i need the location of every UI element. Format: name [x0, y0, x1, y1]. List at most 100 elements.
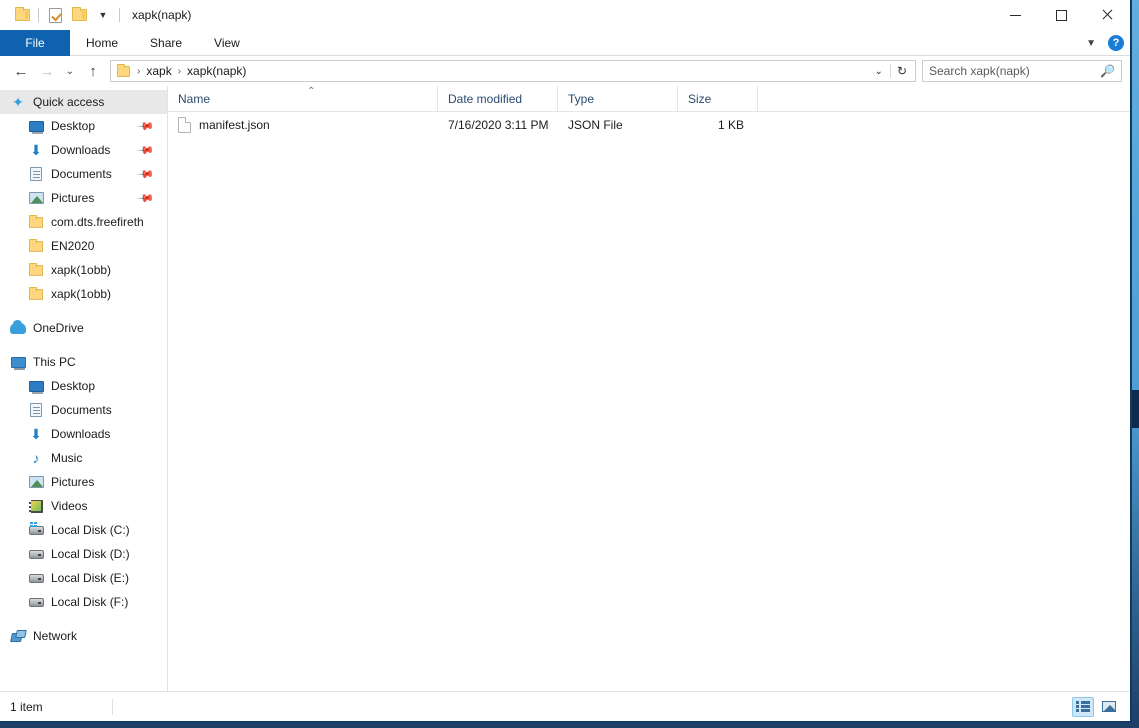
sidebar-item-label: Documents [51, 403, 112, 417]
address-right-controls: ⌄ ↻ [868, 64, 913, 78]
breadcrumb-xapk-napk[interactable]: xapk(napk) [184, 64, 249, 78]
music-icon: ♪ [28, 450, 44, 466]
breadcrumb-separator-1: › [175, 66, 184, 77]
videos-icon [28, 498, 44, 514]
column-header-size[interactable]: Size [678, 86, 758, 112]
sidebar-gap-3 [0, 614, 167, 624]
sidebar-item-desktop[interactable]: Desktop 📌 [0, 114, 167, 138]
breadcrumb-separator-0: › [134, 66, 143, 77]
maximize-button[interactable] [1038, 0, 1084, 30]
sidebar-item-label: Pictures [51, 475, 94, 489]
file-list-pane[interactable]: Name ⌃ Date modified Type Size manifest.… [168, 86, 1130, 691]
folder-icon [28, 214, 44, 230]
tab-view[interactable]: View [198, 30, 256, 56]
folder-icon [28, 286, 44, 302]
search-input[interactable]: Search xapk(napk) 🔍 [922, 60, 1122, 82]
sidebar-item-label: OneDrive [33, 321, 84, 335]
sidebar-item-local-disk-d[interactable]: Local Disk (D:) [0, 542, 167, 566]
tab-share[interactable]: Share [134, 30, 198, 56]
navigation-pane[interactable]: ✦ Quick access Desktop 📌 ⬇ Downloads 📌 D… [0, 86, 168, 691]
sidebar-item-label: Local Disk (E:) [51, 571, 129, 585]
sidebar-item-label: Desktop [51, 379, 95, 393]
sidebar-item-documents[interactable]: Documents 📌 [0, 162, 167, 186]
pc-icon [10, 354, 26, 370]
window-title: xapk(napk) [132, 8, 191, 22]
qat-divider-2 [119, 8, 120, 22]
sidebar-item-pc-music[interactable]: ♪ Music [0, 446, 167, 470]
breadcrumb-xapk[interactable]: xapk [143, 64, 174, 78]
sidebar-item-label: Pictures [51, 191, 94, 205]
forward-button[interactable]: → [34, 58, 60, 84]
address-path-field[interactable]: › xapk › xapk(napk) ⌄ ↻ [110, 60, 916, 82]
column-header-type[interactable]: Type [558, 86, 678, 112]
sidebar-gap-1 [0, 306, 167, 316]
details-view-button[interactable] [1072, 697, 1094, 717]
folder-icon [28, 262, 44, 278]
column-header-row: Name ⌃ Date modified Type Size [168, 86, 1130, 112]
sidebar-item-quick-access[interactable]: ✦ Quick access [0, 90, 167, 114]
sidebar-item-pc-desktop[interactable]: Desktop [0, 374, 167, 398]
sidebar-item-onedrive[interactable]: OneDrive [0, 316, 167, 340]
pin-icon[interactable]: 📌 [137, 189, 156, 208]
sidebar-item-this-pc[interactable]: This PC [0, 350, 167, 374]
folder-icon [28, 238, 44, 254]
sidebar-item-pc-pictures[interactable]: Pictures [0, 470, 167, 494]
sidebar-item-en2020[interactable]: EN2020 [0, 234, 167, 258]
pin-icon[interactable]: 📌 [137, 117, 156, 136]
sidebar-item-local-disk-c[interactable]: Local Disk (C:) [0, 518, 167, 542]
new-folder-icon[interactable] [67, 3, 91, 27]
chevron-down-icon[interactable]: ▼ [91, 3, 115, 27]
chevron-down-icon[interactable]: ▼ [1086, 38, 1096, 49]
file-name-cell[interactable]: manifest.json [168, 117, 438, 133]
tab-file[interactable]: File [0, 30, 70, 56]
sidebar-item-pictures[interactable]: Pictures 📌 [0, 186, 167, 210]
large-icons-view-button[interactable] [1098, 697, 1120, 717]
sidebar-item-label: Local Disk (C:) [51, 523, 130, 537]
tab-home[interactable]: Home [70, 30, 134, 56]
ribbon-tab-bar: File Home Share View ▼ ? [0, 30, 1130, 56]
sidebar-item-network[interactable]: Network [0, 624, 167, 648]
sidebar-item-com-dts-freefireth[interactable]: com.dts.freefireth [0, 210, 167, 234]
column-header-date-modified[interactable]: Date modified [438, 86, 558, 112]
column-label: Date modified [448, 92, 522, 106]
up-button[interactable]: ↑ [80, 58, 106, 84]
sidebar-item-label: Videos [51, 499, 87, 513]
close-button[interactable] [1084, 0, 1130, 30]
sidebar-gap-2 [0, 340, 167, 350]
minimize-button[interactable] [992, 0, 1038, 30]
sidebar-item-label: com.dts.freefireth [51, 215, 144, 229]
sidebar-item-downloads[interactable]: ⬇ Downloads 📌 [0, 138, 167, 162]
sidebar-item-pc-downloads[interactable]: ⬇ Downloads [0, 422, 167, 446]
pictures-icon [28, 474, 44, 490]
sidebar-item-label: Documents [51, 167, 112, 181]
drive-icon [28, 594, 44, 610]
sidebar-item-xapk-1obb-a[interactable]: xapk(1obb) [0, 258, 167, 282]
file-type-cell: JSON File [558, 118, 678, 132]
sidebar-item-label: Music [51, 451, 82, 465]
help-icon[interactable]: ? [1108, 35, 1124, 51]
sidebar-item-pc-documents[interactable]: Documents [0, 398, 167, 422]
table-row[interactable]: manifest.json 7/16/2020 3:11 PM JSON Fil… [168, 112, 1130, 138]
column-label: Name [178, 92, 210, 106]
sidebar-item-pc-videos[interactable]: Videos [0, 494, 167, 518]
sidebar-item-label: Downloads [51, 427, 110, 441]
sidebar-item-label: Downloads [51, 143, 110, 157]
search-icon[interactable]: 🔍 [1100, 64, 1115, 78]
documents-icon [28, 166, 44, 182]
properties-icon[interactable] [43, 3, 67, 27]
pin-icon[interactable]: 📌 [137, 141, 156, 160]
documents-icon [28, 402, 44, 418]
refresh-icon[interactable]: ↻ [890, 64, 913, 78]
back-button[interactable]: ← [8, 58, 34, 84]
folder-icon[interactable] [10, 3, 34, 27]
sidebar-item-local-disk-e[interactable]: Local Disk (E:) [0, 566, 167, 590]
sidebar-item-local-disk-f[interactable]: Local Disk (F:) [0, 590, 167, 614]
recent-locations-button[interactable]: ⌄ [60, 58, 80, 84]
sidebar-item-xapk-1obb-b[interactable]: xapk(1obb) [0, 282, 167, 306]
cloud-icon [10, 320, 26, 336]
chevron-down-icon[interactable]: ⌄ [868, 66, 890, 77]
column-label: Type [568, 92, 594, 106]
star-icon: ✦ [10, 94, 26, 110]
pin-icon[interactable]: 📌 [137, 165, 156, 184]
column-header-name[interactable]: Name ⌃ [168, 86, 438, 112]
